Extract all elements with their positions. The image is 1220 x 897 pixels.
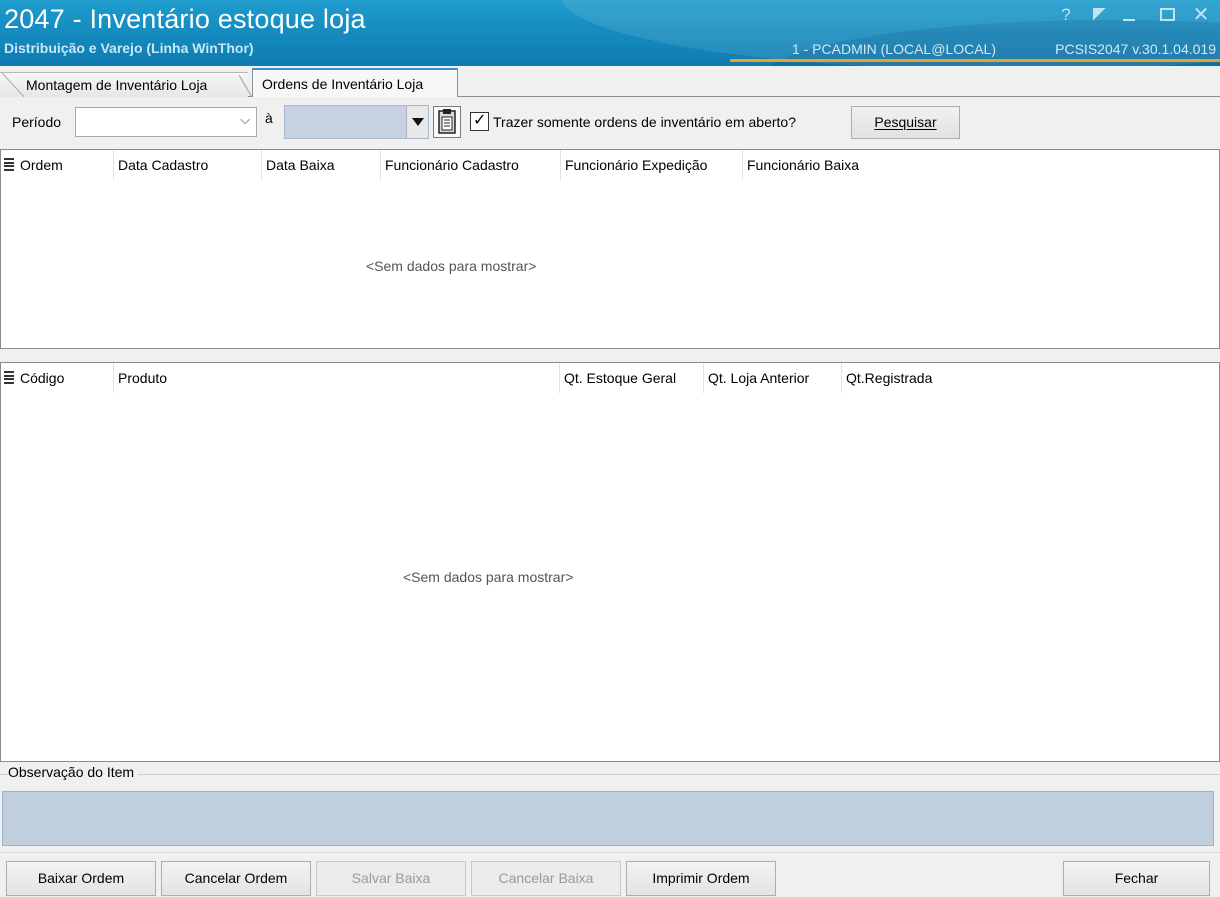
action-bar: Baixar Ordem Cancelar Ordem Salvar Baixa… [0, 852, 1220, 897]
periodo-end-dropdown-button[interactable] [406, 106, 428, 138]
window-subtitle: Distribuição e Varejo (Linha WinThor) [4, 40, 254, 56]
orders-grid[interactable]: Ordem Data Cadastro Data Baixa Funcionár… [0, 149, 1220, 349]
column-chooser-icon[interactable] [4, 371, 14, 384]
orders-col-data-cadastro[interactable]: Data Cadastro [113, 150, 261, 180]
tab-montagem-inventario[interactable]: Montagem de Inventário Loja [0, 72, 248, 97]
maximize-icon [1159, 8, 1175, 21]
chevron-down-icon[interactable]: ⌵ [240, 112, 250, 128]
periodo-label: Período [12, 114, 62, 130]
items-col-produto[interactable]: Produto [113, 363, 559, 393]
close-window-button[interactable]: ✕ [1190, 4, 1212, 26]
window-title: 2047 - Inventário estoque loja [4, 4, 366, 34]
items-col-qt-registrada[interactable]: Qt.Registrada [841, 363, 981, 393]
imprimir-ordem-button[interactable]: Imprimir Ordem [626, 861, 776, 896]
observation-group: Observação do Item [0, 762, 1220, 852]
items-grid-header: Código Produto Qt. Estoque Geral Qt. Loj… [1, 363, 1219, 393]
cancelar-baixa-button[interactable]: Cancelar Baixa [471, 861, 621, 896]
items-empty-message: <Sem dados para mostrar> [403, 569, 574, 585]
items-col-codigo[interactable]: Código [16, 363, 113, 393]
periodo-start-date-input[interactable]: ⌵ [75, 107, 257, 137]
filter-bar: Período ⌵ à ✓ Trazer somente ordens de i… [0, 97, 1220, 149]
salvar-baixa-button[interactable]: Salvar Baixa [316, 861, 466, 896]
minimize-button[interactable] [1118, 4, 1140, 26]
restore-layout-icon [1092, 8, 1106, 21]
user-info: 1 - PCADMIN (LOCAL@LOCAL) [791, 41, 996, 57]
only-open-orders-checkbox[interactable]: ✓ [470, 112, 489, 131]
orders-col-data-baixa[interactable]: Data Baixa [261, 150, 380, 180]
tab-strip: Montagem de Inventário Loja Ordens de In… [0, 66, 1220, 99]
calendar-button[interactable] [433, 106, 461, 138]
minimize-icon [1123, 19, 1135, 21]
grid-splitter[interactable] [0, 349, 1220, 362]
orders-col-funcionario-cadastro[interactable]: Funcionário Cadastro [380, 150, 560, 180]
restore-layout-button[interactable] [1088, 4, 1110, 26]
search-button[interactable]: Pesquisar [851, 106, 960, 139]
column-chooser-icon[interactable] [4, 158, 14, 171]
orders-col-funcionario-baixa[interactable]: Funcionário Baixa [742, 150, 922, 180]
calendar-clipboard-icon [438, 109, 456, 134]
observation-group-border [0, 774, 1220, 775]
baixar-ordem-button[interactable]: Baixar Ordem [6, 861, 156, 896]
items-col-qt-estoque-geral[interactable]: Qt. Estoque Geral [559, 363, 703, 393]
title-bar[interactable]: 2047 - Inventário estoque loja Distribui… [0, 0, 1220, 66]
observation-textarea[interactable] [2, 791, 1214, 846]
cancelar-ordem-button[interactable]: Cancelar Ordem [161, 861, 311, 896]
tab-ordens-inventario[interactable]: Ordens de Inventário Loja [239, 68, 458, 99]
title-accent-line [730, 59, 1220, 62]
help-button[interactable]: ? [1055, 4, 1077, 26]
orders-grid-header: Ordem Data Cadastro Data Baixa Funcionár… [1, 150, 1219, 180]
dropdown-arrow-icon [412, 118, 424, 126]
observation-label: Observação do Item [8, 764, 139, 780]
orders-col-ordem[interactable]: Ordem [16, 150, 113, 180]
system-version: PCSIS2047 v.30.1.04.019 [1055, 41, 1216, 57]
periodo-separator-label: à [265, 110, 273, 126]
only-open-orders-label[interactable]: Trazer somente ordens de inventário em a… [493, 114, 796, 130]
orders-col-funcionario-expedicao[interactable]: Funcionário Expedição [560, 150, 742, 180]
checkmark-icon: ✓ [473, 112, 487, 129]
maximize-button[interactable] [1156, 4, 1178, 26]
items-grid[interactable]: Código Produto Qt. Estoque Geral Qt. Loj… [0, 362, 1220, 762]
orders-empty-message: <Sem dados para mostrar> [366, 258, 537, 274]
items-col-qt-loja-anterior[interactable]: Qt. Loja Anterior [703, 363, 841, 393]
fechar-button[interactable]: Fechar [1063, 861, 1210, 896]
